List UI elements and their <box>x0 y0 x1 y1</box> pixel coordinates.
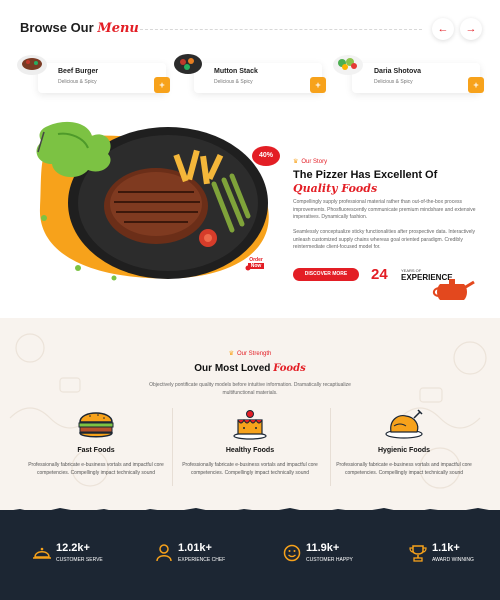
strength-eyebrow: ♛ Our Strength <box>228 351 272 357</box>
stat-number: 1.1k+ <box>432 542 460 554</box>
teapot-icon <box>432 279 475 300</box>
feature-name: Fast Foods <box>77 447 115 454</box>
stat-label: EXPERIENCE CHEF <box>178 557 226 563</box>
feature-desc: Professionally fabricate e-business vort… <box>182 462 318 476</box>
story-paragraph-1: Compellingly supply professional materia… <box>293 199 476 220</box>
feature-desc: Professionally fabricate e-business vort… <box>336 462 472 476</box>
beef-burger-image <box>17 55 47 75</box>
add-to-cart-button[interactable]: + <box>468 77 484 93</box>
menu-card-mutton-stack[interactable]: Mutton Stack Delicious & Spicy + <box>194 63 326 93</box>
strength-title-script: Foods <box>273 363 306 374</box>
chef-icon <box>156 544 172 562</box>
menu-item-desc: Delicious & Spicy <box>214 79 253 85</box>
strength-title: Our Most Loved Foods <box>194 363 306 374</box>
feature-name: Healthy Foods <box>225 447 275 454</box>
feature-name: Hygienic Foods <box>377 447 431 454</box>
stat-label: AWARD WINNING <box>432 557 474 563</box>
years-number: 24 <box>371 266 388 283</box>
torn-edge-divider <box>0 508 500 518</box>
stat-label: CUSTOMER HAPPY <box>306 557 353 563</box>
burger-icon <box>78 412 114 438</box>
story-title-script: Quality Foods <box>293 182 378 195</box>
trophy-icon <box>409 545 427 562</box>
roast-chicken-icon <box>385 409 423 439</box>
add-to-cart-button[interactable]: + <box>310 77 326 93</box>
menu-item-desc: Delicious & Spicy <box>58 79 97 85</box>
menu-item-desc: Delicious & Spicy <box>374 79 413 85</box>
menu-item-name: Daria Shotova <box>374 68 422 75</box>
strength-subtitle: Objectively pontificate quality models b… <box>149 382 351 396</box>
add-to-cart-button[interactable]: + <box>154 77 170 93</box>
order-now-button[interactable]: Order Now <box>240 257 272 271</box>
daria-shotova-image <box>333 55 363 75</box>
now-label: Now <box>247 263 265 269</box>
discover-more-button[interactable]: DISCOVER MORE <box>293 268 359 281</box>
stat-number: 1.01k+ <box>178 542 212 554</box>
cake-icon <box>233 410 267 440</box>
story-paragraph-2: Seamlessly conceptualize sticky function… <box>293 229 476 250</box>
serving-cloche-icon <box>33 547 51 559</box>
menu-card-daria-shotova[interactable]: Daria Shotova Delicious & Spicy + <box>352 63 484 93</box>
stat-label: CUSTOMER SERVE <box>56 557 103 563</box>
happy-face-icon <box>283 544 301 562</box>
stat-number: 12.2k+ <box>56 542 90 554</box>
chef-hat-icon: ♛ <box>293 159 299 165</box>
browse-title-script: Menu <box>97 21 139 36</box>
feature-healthy-foods: Healthy Foods Professionally fabricate e… <box>168 400 332 496</box>
story-title: The Pizzer Has Excellent Of Quality Food… <box>293 168 483 196</box>
mutton-stack-image <box>174 54 202 74</box>
prev-arrow-button[interactable]: ← <box>432 18 454 40</box>
feature-desc: Professionally fabricate e-business vort… <box>28 462 164 476</box>
menu-card-beef-burger[interactable]: Beef Burger Delicious & Spicy + <box>38 63 170 93</box>
browse-divider <box>140 29 422 30</box>
discount-badge: 40% <box>252 146 280 166</box>
next-arrow-button[interactable]: → <box>460 18 482 40</box>
stat-number: 11.9k+ <box>306 542 340 554</box>
story-eyebrow: ♛ Our Story <box>293 159 328 165</box>
browse-menu-section: Browse Our Menu ← → Beef Burger Deliciou… <box>0 0 500 112</box>
chef-hat-icon: ♛ <box>228 351 235 357</box>
menu-item-name: Beef Burger <box>58 68 99 75</box>
feature-fast-foods: Fast Foods Professionally fabricate e-bu… <box>14 400 178 496</box>
feature-hygienic-foods: Hygienic Foods Professionally fabricate … <box>322 400 486 496</box>
browse-title: Browse Our Menu <box>20 20 139 36</box>
menu-item-name: Mutton Stack <box>214 68 258 75</box>
